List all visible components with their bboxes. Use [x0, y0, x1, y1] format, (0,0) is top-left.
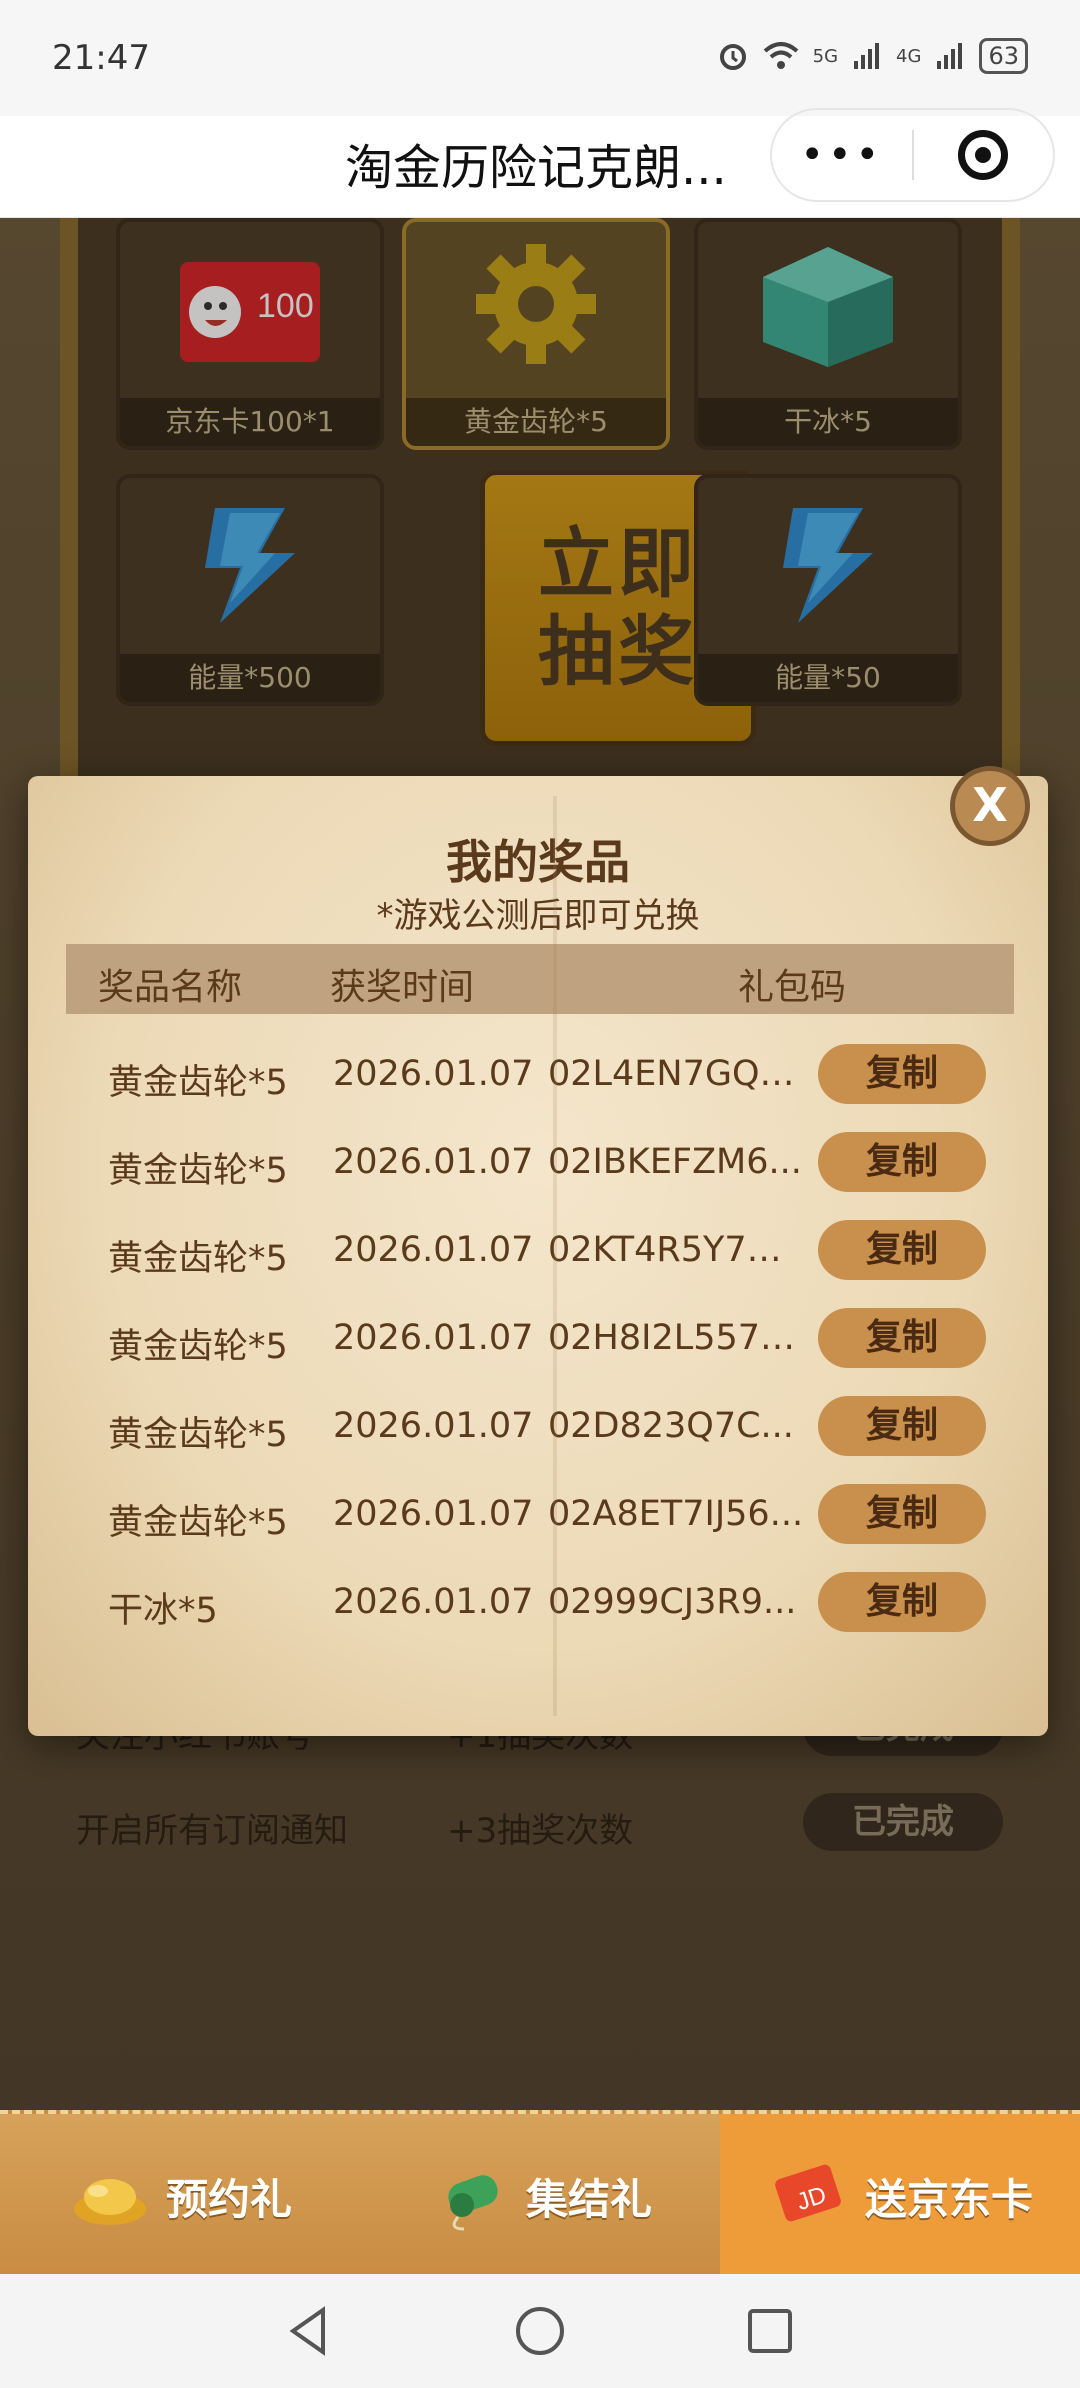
- status-icons: 5G 4G 63: [717, 38, 1028, 74]
- prize-date: 2026.01.07: [333, 1230, 534, 1270]
- tab-label: 送京东卡: [864, 2174, 1033, 2224]
- tab-rally-gift[interactable]: 集结礼: [360, 2114, 720, 2278]
- prize-date: 2026.01.07: [333, 1494, 534, 1534]
- prize-table-header: 奖品名称 获奖时间 礼包码: [66, 944, 1014, 1014]
- back-icon[interactable]: [283, 2304, 337, 2358]
- prize-row: 黄金齿轮*5 2026.01.07 02L4EN7GQ3... 复制: [28, 1032, 1048, 1120]
- signal-4g-label: 4G: [896, 45, 922, 67]
- home-icon[interactable]: [513, 2304, 567, 2358]
- copy-button[interactable]: 复制: [818, 1220, 986, 1280]
- prize-row: 黄金齿轮*5 2026.01.07 02A8ET7IJ56... 复制: [28, 1472, 1048, 1560]
- copy-button[interactable]: 复制: [818, 1308, 986, 1368]
- gift-code: 02H8I2L5577...: [548, 1318, 804, 1358]
- copy-button[interactable]: 复制: [818, 1132, 986, 1192]
- header-prize-name: 奖品名称: [98, 967, 243, 1008]
- signal-bars-icon: [937, 43, 963, 69]
- tab-label: 预约礼: [165, 2174, 292, 2224]
- gift-code: 02A8ET7IJ56...: [548, 1494, 804, 1534]
- prize-row: 黄金齿轮*5 2026.01.07 02KT4R5Y7N... 复制: [28, 1208, 1048, 1296]
- prize-row: 黄金齿轮*5 2026.01.07 02D823Q7C... 复制: [28, 1384, 1048, 1472]
- recents-icon[interactable]: [743, 2304, 797, 2358]
- prize-name: 黄金齿轮*5: [108, 1063, 288, 1103]
- wifi-icon: [763, 42, 798, 69]
- prize-date: 2026.01.07: [333, 1318, 534, 1358]
- capsule-menu: •••: [770, 108, 1055, 202]
- gift-code: 02D823Q7C...: [548, 1406, 794, 1446]
- header-award-time: 获奖时间: [330, 967, 475, 1008]
- prize-date: 2026.01.07: [333, 1142, 534, 1182]
- prize-row: 干冰*5 2026.01.07 02999CJ3R9... 复制: [28, 1560, 1048, 1648]
- prize-name: 黄金齿轮*5: [108, 1239, 288, 1279]
- bottom-tab-bar: 预约礼 集结礼 JD 送京东卡: [0, 2110, 1080, 2278]
- prize-date: 2026.01.07: [333, 1406, 534, 1446]
- tab-label: 集结礼: [525, 2174, 652, 2224]
- prize-name: 干冰*5: [108, 1591, 218, 1631]
- prize-name: 黄金齿轮*5: [108, 1151, 288, 1191]
- prize-row: 黄金齿轮*5 2026.01.07 02IBKEFZM6... 复制: [28, 1120, 1048, 1208]
- copy-button[interactable]: 复制: [818, 1396, 986, 1456]
- my-prizes-modal: 我的奖品 *游戏公测后即可兑换 奖品名称 获奖时间 礼包码 黄金齿轮*5 202…: [28, 776, 1048, 1736]
- modal-title: 我的奖品: [446, 835, 630, 889]
- system-navigation-bar: [0, 2274, 1080, 2388]
- battery-indicator: 63: [979, 38, 1028, 74]
- signal-bars-icon: [854, 43, 880, 69]
- close-modal-button[interactable]: X: [950, 766, 1030, 846]
- gold-ingot-icon: [73, 2179, 146, 2225]
- gift-code: 02999CJ3R9...: [548, 1582, 797, 1622]
- whistle-icon: [448, 2175, 498, 2231]
- copy-button[interactable]: 复制: [818, 1484, 986, 1544]
- jd-card-icon: JD: [775, 2164, 841, 2222]
- gift-code: 02L4EN7GQ3...: [548, 1054, 804, 1094]
- prize-name: 黄金齿轮*5: [108, 1415, 288, 1455]
- page-title: 淘金历险记克朗...: [345, 140, 727, 196]
- copy-button[interactable]: 复制: [818, 1044, 986, 1104]
- header-gift-code: 礼包码: [738, 967, 847, 1008]
- prize-date: 2026.01.07: [333, 1054, 534, 1094]
- more-menu-button[interactable]: •••: [772, 132, 912, 178]
- signal-5g-label: 5G: [812, 45, 839, 67]
- target-icon: [958, 130, 1009, 180]
- tab-reservation-gift[interactable]: 预约礼: [0, 2114, 360, 2278]
- prize-name: 黄金齿轮*5: [108, 1327, 288, 1367]
- tab-send-jd-card[interactable]: JD 送京东卡: [720, 2114, 1080, 2278]
- status-bar: 21:47 5G 4G 63: [0, 0, 1080, 116]
- prize-name: 黄金齿轮*5: [108, 1503, 288, 1543]
- prize-date: 2026.01.07: [333, 1582, 534, 1622]
- status-time: 21:47: [52, 38, 150, 78]
- prize-row: 黄金齿轮*5 2026.01.07 02H8I2L5577... 复制: [28, 1296, 1048, 1384]
- close-miniprogram-button[interactable]: [914, 130, 1054, 180]
- copy-button[interactable]: 复制: [818, 1572, 986, 1632]
- alarm-icon: [719, 44, 746, 70]
- gift-code: 02KT4R5Y7N...: [548, 1230, 804, 1270]
- modal-subtitle: *游戏公测后即可兑换: [376, 896, 700, 936]
- gift-code: 02IBKEFZM6...: [548, 1142, 802, 1182]
